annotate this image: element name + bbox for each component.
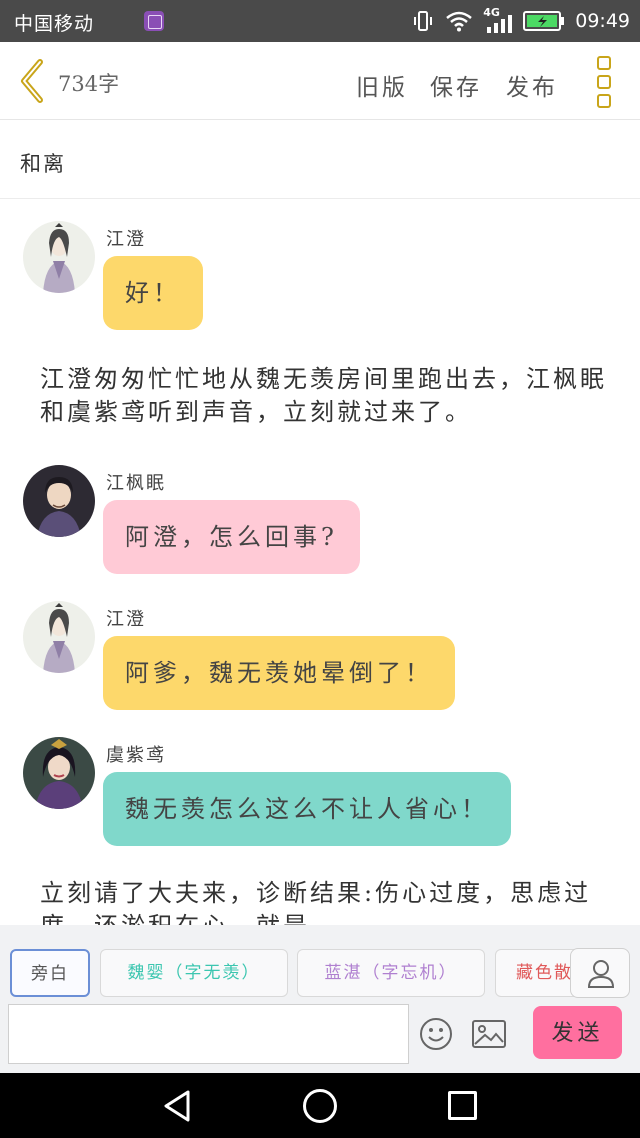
recent-square-icon[interactable] xyxy=(448,1091,477,1120)
chevron-left-icon[interactable] xyxy=(14,56,54,106)
speech-bubble[interactable]: 好！ xyxy=(103,256,203,330)
speaker-name: 江澄 xyxy=(106,609,146,630)
character-portrait-icon xyxy=(23,601,95,673)
speech-bubble[interactable]: 阿爹，魏无羡她晕倒了！ xyxy=(103,636,455,710)
composer-panel: 旁白 魏婴（字无羡） 蓝湛（字忘机） 藏色散人 发送 xyxy=(0,925,640,1073)
narration-text[interactable]: 江澄匆匆忙忙地从魏无羡房间里跑出去，江枫眠和虞紫鸢听到声音，立刻就过来了。 xyxy=(40,363,620,429)
back-triangle-icon[interactable] xyxy=(160,1088,196,1124)
narration-text[interactable]: 立刻请了大夫来，诊断结果:伤心过度，思虑过度，还淤积在心，就是 xyxy=(40,877,620,925)
character-chip[interactable]: 蓝湛（字忘机） xyxy=(297,949,485,997)
vibrate-icon xyxy=(414,11,433,31)
status-bar: 中国移动 4G 09:49 xyxy=(0,0,640,42)
message-input[interactable] xyxy=(8,1004,409,1064)
speech-bubble[interactable]: 阿澄，怎么回事? xyxy=(103,500,360,574)
user-icon xyxy=(587,960,615,988)
avatar[interactable] xyxy=(23,601,95,673)
system-nav-bar xyxy=(0,1073,640,1138)
title-row[interactable]: 和离 xyxy=(0,120,640,199)
send-button[interactable]: 发送 xyxy=(533,1006,622,1059)
menu-dot xyxy=(597,56,611,70)
image-icon[interactable] xyxy=(470,1017,508,1051)
speaker-name: 江枫眠 xyxy=(106,473,166,494)
speaker-name: 江澄 xyxy=(106,229,146,250)
clock: 09:49 xyxy=(575,10,630,32)
avatar[interactable] xyxy=(23,465,95,537)
old-version-button[interactable]: 旧版 xyxy=(356,68,408,102)
signal-icon: 4G xyxy=(483,6,513,33)
menu-dot xyxy=(597,75,611,89)
avatar[interactable] xyxy=(23,737,95,809)
avatar[interactable] xyxy=(23,221,95,293)
character-portrait-icon xyxy=(23,465,95,537)
story-title[interactable]: 和离 xyxy=(20,148,66,178)
publish-button[interactable]: 发布 xyxy=(506,68,558,102)
battery-charging-icon xyxy=(523,11,565,31)
status-icons: 4G 09:49 xyxy=(411,6,630,34)
carrier-name: 中国移动 xyxy=(14,13,95,35)
story-content[interactable]: 江澄 好！ 江澄匆匆忙忙地从魏无羡房间里跑出去，江枫眠和虞紫鸢听到声音，立刻就过… xyxy=(0,199,640,925)
editor-header: 734字 旧版 保存 发布 xyxy=(0,42,640,120)
character-manager-button[interactable] xyxy=(570,948,630,998)
character-portrait-icon xyxy=(23,221,95,293)
word-count: 734字 xyxy=(58,72,120,96)
menu-dot xyxy=(597,94,611,108)
character-chip[interactable]: 魏婴（字无羡） xyxy=(100,949,288,997)
wifi-icon xyxy=(446,11,473,32)
speech-bubble[interactable]: 魏无羡怎么这么不让人省心！ xyxy=(103,772,511,846)
more-menu-icon[interactable] xyxy=(594,56,614,108)
narration-chip[interactable]: 旁白 xyxy=(10,949,90,997)
character-portrait-icon xyxy=(23,737,95,809)
save-button[interactable]: 保存 xyxy=(430,68,482,102)
home-circle-icon[interactable] xyxy=(303,1089,337,1123)
app-notification-icon xyxy=(144,11,164,31)
emoji-icon[interactable] xyxy=(418,1016,454,1052)
speaker-name: 虞紫鸢 xyxy=(106,745,166,766)
